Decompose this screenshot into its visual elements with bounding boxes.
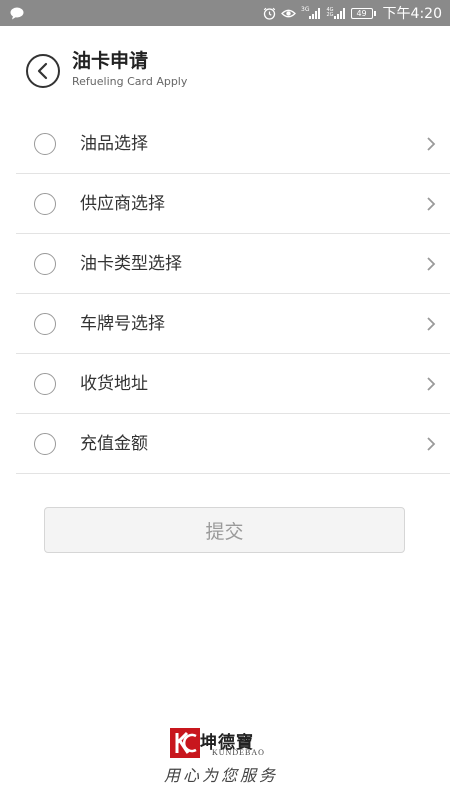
page-title: 油卡申请 (72, 50, 149, 72)
status-right: 3G 4G 2G 49 下午4:20 (263, 3, 442, 23)
option-card-type[interactable]: 油卡类型选择 (16, 234, 450, 294)
option-list: 油品选择 供应商选择 油卡类型选择 车牌号选择 收货地址 充值金额 (16, 114, 450, 474)
page-header: 油卡申请 Refueling Card Apply (0, 26, 450, 114)
chevron-right-icon (427, 257, 436, 271)
status-left (10, 7, 24, 20)
radio-button[interactable] (34, 373, 56, 395)
radio-button[interactable] (34, 193, 56, 215)
alarm-icon (263, 7, 276, 20)
chevron-right-icon (427, 437, 436, 451)
chevron-right-icon (427, 317, 436, 331)
page-subtitle: Refueling Card Apply (72, 75, 188, 88)
radio-button[interactable] (34, 133, 56, 155)
option-recharge-amount[interactable]: 充值金额 (16, 414, 450, 474)
battery-level: 49 (350, 7, 373, 19)
status-time: 下午4:20 (382, 6, 442, 22)
chevron-left-icon (37, 62, 48, 80)
option-plate-number[interactable]: 车牌号选择 (16, 294, 450, 354)
chevron-right-icon (427, 377, 436, 391)
battery-icon: 49 (350, 7, 376, 19)
network-stack: 4G 2G (326, 8, 333, 18)
kundebao-logo-icon (170, 728, 200, 758)
message-bubble-icon (10, 7, 24, 20)
option-label: 车牌号选择 (80, 314, 165, 334)
option-label: 供应商选择 (80, 194, 165, 214)
brand-footer: 坤德寶 KUNDEBAO 用心为您服务 (0, 726, 450, 786)
signal-3g-icon: 3G (301, 6, 321, 19)
radio-button[interactable] (34, 313, 56, 335)
network-2g-label: 2G (326, 12, 334, 18)
chevron-right-icon (427, 137, 436, 151)
submit-button[interactable]: 提交 (44, 507, 405, 553)
option-label: 充值金额 (80, 434, 148, 454)
option-label: 收货地址 (80, 374, 148, 394)
status-bar: 3G 4G 2G 49 下午4:20 (0, 0, 450, 26)
radio-button[interactable] (34, 433, 56, 455)
brand-english-name: KUNDEBAO (212, 748, 265, 757)
back-button[interactable] (26, 54, 60, 88)
network-3g-label: 3G (301, 6, 310, 13)
option-label: 油卡类型选择 (80, 254, 182, 274)
brand-slogan: 用心为您服务 (164, 766, 279, 785)
signal-4g-icon: 4G 2G (326, 7, 345, 19)
eye-icon (281, 8, 296, 19)
option-label: 油品选择 (80, 134, 148, 154)
option-delivery-address[interactable]: 收货地址 (16, 354, 450, 414)
radio-button[interactable] (34, 253, 56, 275)
option-oil-product[interactable]: 油品选择 (16, 114, 450, 174)
chevron-right-icon (427, 197, 436, 211)
option-supplier[interactable]: 供应商选择 (16, 174, 450, 234)
